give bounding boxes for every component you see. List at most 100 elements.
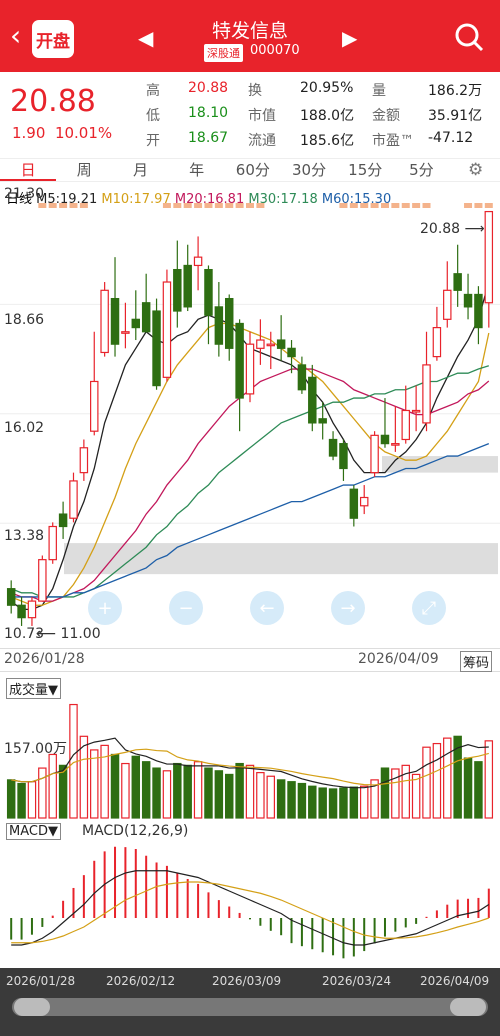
candle <box>152 310 161 387</box>
volume-bar <box>484 740 494 819</box>
tab-5分[interactable]: 5分 <box>393 159 449 181</box>
volume-bar <box>225 773 234 819</box>
macd-chart[interactable] <box>0 842 500 967</box>
volume-bar <box>38 767 47 819</box>
tab-年[interactable]: 年 <box>169 159 225 181</box>
slider-right-handle[interactable] <box>450 998 486 1016</box>
candle <box>256 339 265 349</box>
date-range-bar: 2026/01/28 2026/04/09 筹码 <box>0 648 500 672</box>
change-value: 1.90 <box>12 124 46 142</box>
volume-bar <box>173 762 182 819</box>
volume-bar <box>183 764 192 819</box>
quote-value: 18.67 <box>188 130 229 146</box>
event-marker <box>360 203 369 208</box>
candle <box>110 297 120 345</box>
candle <box>422 364 431 424</box>
event-marker <box>339 203 348 208</box>
volume-bar <box>256 772 265 819</box>
candle <box>443 289 452 320</box>
nav-date-4: 2026/03/24 <box>322 974 392 988</box>
candle <box>297 364 307 391</box>
tab-日[interactable]: 日 <box>0 159 57 181</box>
search-icon[interactable] <box>454 22 484 52</box>
candle <box>453 273 462 291</box>
candle <box>100 289 109 354</box>
timeline-navigator: 2026/01/28 2026/02/12 2026/03/09 2026/03… <box>0 968 500 1036</box>
event-marker <box>380 203 389 208</box>
candle <box>79 447 89 474</box>
candle <box>214 306 224 345</box>
nav-date-5: 2026/04/09 <box>420 974 490 988</box>
candle <box>121 331 130 334</box>
next-stock-icon[interactable]: ▶ <box>342 26 357 50</box>
quote-label: 市值 <box>248 108 276 124</box>
stock-code: 000070 <box>250 43 300 58</box>
volume-bar <box>141 761 151 819</box>
candle <box>245 343 255 395</box>
event-marker <box>38 203 47 208</box>
pan-left-icon[interactable]: ← <box>250 591 284 625</box>
candle <box>90 380 99 432</box>
quote-label: 高 <box>146 83 160 99</box>
overlay-button-glyph: → <box>340 598 355 619</box>
quote-label: 换 <box>248 83 262 99</box>
volume-bar <box>432 742 442 819</box>
candle <box>432 327 442 358</box>
slider-left-handle[interactable] <box>14 998 50 1016</box>
quote-value: -47.12 <box>428 130 474 146</box>
event-marker <box>246 203 254 208</box>
candle <box>69 480 78 519</box>
volume-chart[interactable] <box>0 700 500 820</box>
candle <box>276 339 286 349</box>
candle <box>141 302 151 333</box>
volume-bar <box>6 779 16 819</box>
zoom-out-icon[interactable]: − <box>169 591 203 625</box>
tab-月[interactable]: 月 <box>112 159 168 181</box>
event-marker <box>391 203 400 208</box>
macd-selector[interactable]: MACD▼ <box>6 823 61 840</box>
candle <box>235 322 244 399</box>
candle <box>474 293 483 329</box>
volume-selector[interactable]: 成交量▼ <box>6 678 62 699</box>
last-price: 20.88 <box>10 84 96 119</box>
candle <box>287 347 296 358</box>
gear-icon[interactable]: ⚙ <box>468 160 483 180</box>
quote-value: 185.6亿 <box>300 133 355 149</box>
overlay-button-glyph: − <box>178 598 193 619</box>
chips-button[interactable]: 筹码 <box>460 651 493 672</box>
event-marker <box>474 203 483 208</box>
event-marker <box>370 203 379 208</box>
volume-bar <box>266 775 276 819</box>
event-marker <box>79 203 88 208</box>
event-marker <box>59 203 68 208</box>
event-marker <box>256 203 265 208</box>
candle <box>58 513 68 528</box>
quote-panel: 20.88 1.90 10.01% 高 20.88 换 20.95% 量 186.2万低 1… <box>0 72 500 158</box>
tab-周[interactable]: 周 <box>56 159 112 181</box>
volume-bar <box>411 773 421 819</box>
event-marker <box>235 203 244 208</box>
quote-label: 流通 <box>248 133 276 149</box>
tab-30分[interactable]: 30分 <box>281 159 337 181</box>
zoom-in-icon[interactable]: + <box>88 591 122 625</box>
pan-right-icon[interactable]: → <box>331 591 365 625</box>
overlay-button-glyph: + <box>97 598 112 619</box>
range-slider[interactable] <box>12 998 488 1016</box>
candle <box>391 443 400 446</box>
candle <box>380 434 390 445</box>
tab-15分[interactable]: 15分 <box>337 159 393 181</box>
volume-bar <box>287 781 296 819</box>
high-price-marker: 20.88 ⟶ <box>420 221 485 237</box>
date-start: 2026/01/28 <box>4 651 85 667</box>
overlay-button-glyph: ← <box>259 598 274 619</box>
market-badge: 深股通 <box>204 44 243 62</box>
candle <box>308 376 317 424</box>
quote-value: 20.95% <box>300 80 354 96</box>
quote-value: 188.0亿 <box>300 108 355 124</box>
quote-label: 金额 <box>372 108 400 124</box>
candlestick-chart[interactable]: + − ← → ⤢ <box>0 203 500 648</box>
fullscreen-icon[interactable]: ⤢ <box>412 591 446 625</box>
volume-bar <box>204 767 213 819</box>
volume-bar <box>339 787 348 819</box>
tab-60分[interactable]: 60分 <box>225 159 281 181</box>
